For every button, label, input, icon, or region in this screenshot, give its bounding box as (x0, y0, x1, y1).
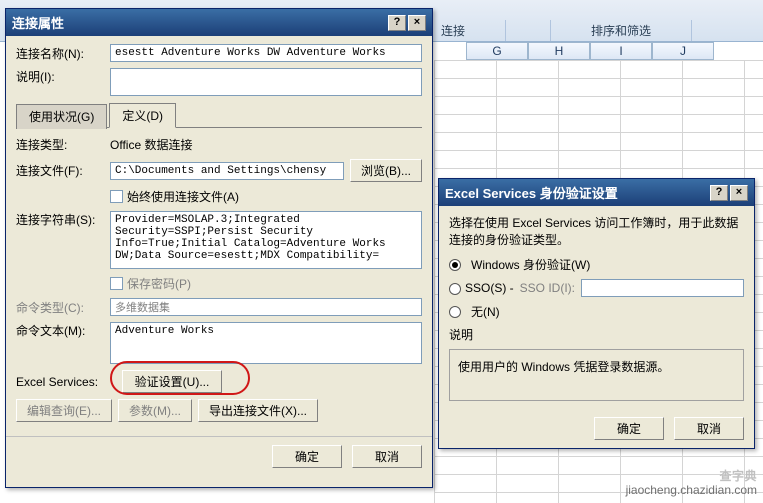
cancel-button[interactable]: 取消 (674, 417, 744, 440)
dialog-titlebar[interactable]: 连接属性 ? × (6, 9, 432, 36)
intro-text: 选择在使用 Excel Services 访问工作簿时，用于此数据连接的身份验证… (449, 214, 744, 248)
dialog-titlebar[interactable]: Excel Services 身份验证设置 ? × (439, 179, 754, 206)
edit-query-button: 编辑查询(E)... (16, 399, 112, 422)
tab-bar: 使用状况(G) 定义(D) (16, 102, 422, 128)
save-pwd-label: 保存密码(P) (127, 275, 191, 292)
always-use-file-checkbox[interactable]: 始终使用连接文件(A) (110, 188, 239, 205)
checkbox-icon (110, 190, 123, 203)
excel-services-auth-dialog: Excel Services 身份验证设置 ? × 选择在使用 Excel Se… (438, 178, 755, 449)
tab-usage[interactable]: 使用状况(G) (16, 104, 107, 129)
desc-text: 使用用户的 Windows 凭据登录数据源。 (458, 360, 669, 374)
excel-svc-label: Excel Services: (16, 375, 116, 389)
dialog-title: 连接属性 (12, 13, 64, 32)
conn-name-input[interactable] (110, 44, 422, 62)
conn-file-input[interactable] (110, 162, 344, 180)
cmd-text-label: 命令文本(M): (16, 322, 104, 339)
conn-type-value: Office 数据连接 (110, 136, 192, 153)
export-conn-file-button[interactable]: 导出连接文件(X)... (198, 399, 318, 422)
conn-str-label: 连接字符串(S): (16, 211, 104, 228)
ribbon-group-sort: 排序和筛选 (550, 20, 692, 41)
conn-name-label: 连接名称(N): (16, 45, 104, 62)
tab-definition[interactable]: 定义(D) (109, 103, 176, 128)
always-use-file-label: 始终使用连接文件(A) (127, 188, 239, 205)
radio-none-label: 无(N) (471, 303, 500, 320)
help-button[interactable]: ? (710, 185, 728, 201)
radio-windows-label: Windows 身份验证(W) (471, 256, 590, 273)
desc-heading: 说明 (449, 326, 744, 343)
radio-icon (449, 283, 461, 295)
col-head-h[interactable]: H (528, 42, 590, 60)
cancel-button[interactable]: 取消 (352, 445, 422, 468)
radio-windows[interactable]: Windows 身份验证(W) (449, 256, 744, 273)
params-button: 参数(M)... (118, 399, 192, 422)
browse-button[interactable]: 浏览(B)... (350, 159, 422, 182)
radio-icon (449, 259, 461, 271)
conn-file-label: 连接文件(F): (16, 162, 104, 179)
cmd-type-input (110, 298, 422, 316)
radio-sso-label: SSO(S) - (465, 281, 514, 295)
close-button[interactable]: × (408, 15, 426, 31)
radio-icon (449, 306, 461, 318)
col-head-j[interactable]: J (652, 42, 714, 60)
dialog-title: Excel Services 身份验证设置 (445, 183, 618, 202)
desc-label: 说明(I): (16, 68, 104, 85)
col-head-i[interactable]: I (590, 42, 652, 60)
desc-input[interactable] (110, 68, 422, 96)
conn-str-input[interactable]: Provider=MSOLAP.3;Integrated Security=SS… (110, 211, 422, 269)
checkbox-icon (110, 277, 123, 290)
close-button[interactable]: × (730, 185, 748, 201)
sso-id-label: SSO ID(I): (520, 281, 575, 295)
col-head-g[interactable]: G (466, 42, 528, 60)
ok-button[interactable]: 确定 (272, 445, 342, 468)
cmd-text-input[interactable]: Adventure Works (110, 322, 422, 364)
ok-button[interactable]: 确定 (594, 417, 664, 440)
sso-id-input (581, 279, 744, 297)
radio-sso[interactable]: SSO(S) - (449, 281, 514, 295)
connection-properties-dialog: 连接属性 ? × 连接名称(N): 说明(I): 使用状况(G) 定义(D) 连… (5, 8, 433, 488)
save-pwd-checkbox: 保存密码(P) (110, 275, 191, 292)
conn-type-label: 连接类型: (16, 136, 104, 153)
desc-group: 使用用户的 Windows 凭据登录数据源。 (449, 349, 744, 401)
cmd-type-label: 命令类型(C): (16, 299, 104, 316)
auth-settings-button[interactable]: 验证设置(U)... (122, 370, 222, 393)
help-button[interactable]: ? (388, 15, 406, 31)
radio-none[interactable]: 无(N) (449, 303, 744, 320)
